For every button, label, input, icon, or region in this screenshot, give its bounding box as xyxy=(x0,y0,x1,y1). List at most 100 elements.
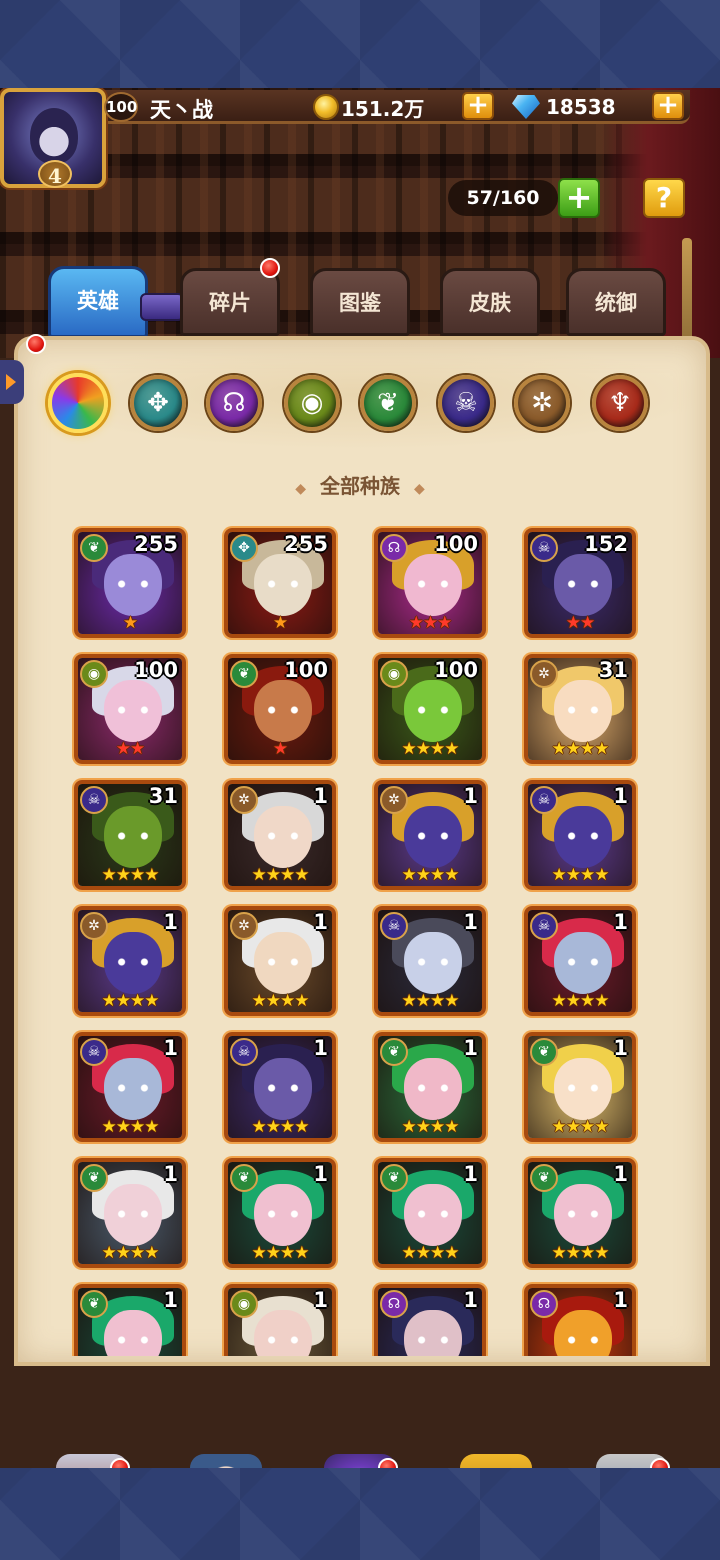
nav-notification-dot xyxy=(378,1458,398,1468)
hero-star-rating: ★ xyxy=(272,739,288,759)
nav-portal[interactable]: 探险 xyxy=(304,1454,414,1468)
hero-level: 1 xyxy=(463,1162,478,1186)
hero-card[interactable]: ◉ 100 ★★★★ xyxy=(374,654,486,764)
add-gold-button[interactable]: + xyxy=(462,92,494,120)
hero-card[interactable]: ❦ 100 ★ xyxy=(224,654,336,764)
hero-card[interactable]: ☠ 1 ★★★★ xyxy=(374,906,486,1016)
hero-card[interactable]: ❦1★★★★ xyxy=(374,1032,486,1142)
abyss-faction-icon: ◉ xyxy=(230,1290,258,1318)
hero-level: 1 xyxy=(613,1036,628,1060)
faction-filter-fortress-faction[interactable]: ☊ xyxy=(206,375,262,431)
light-faction-icon: ✲ xyxy=(531,388,553,418)
hero-card[interactable]: ◉1★★★★ xyxy=(224,1284,336,1356)
hero-card[interactable]: ✲ 1 ★★★★ xyxy=(224,906,336,1016)
diamond-right-icon: ◆ xyxy=(414,481,425,497)
tab-command[interactable]: 统御 xyxy=(566,268,666,336)
gold-amount: 151.2万 xyxy=(341,96,425,121)
nav-notification-dot xyxy=(650,1458,670,1468)
hero-card[interactable]: ❦ 255 ★ xyxy=(74,528,186,638)
faction-filter-shadow-faction[interactable]: ✥ xyxy=(130,375,186,431)
tab-codex[interactable]: 图鉴 xyxy=(310,268,410,336)
nav-guild-tower[interactable]: 公会 xyxy=(576,1454,686,1468)
nav-backpack[interactable]: 背包 xyxy=(440,1454,550,1468)
light-faction-icon: ✲ xyxy=(530,660,558,688)
hero-card[interactable]: ❦1★★★★ xyxy=(524,1158,636,1268)
hero-star-rating: ★★★★ xyxy=(101,865,160,885)
hero-level: 100 xyxy=(284,658,328,682)
side-drawer-handle[interactable] xyxy=(0,360,24,404)
help-button[interactable]: ? xyxy=(643,178,685,218)
game-viewport: 4 100 天丶战 151.2万 + 18538 + 57/160 + ? 英雄… xyxy=(0,88,720,1468)
hero-eyes xyxy=(264,958,302,966)
fortress-faction-icon: ☊ xyxy=(380,1290,408,1318)
hero-card[interactable]: ☊1★★★★ xyxy=(374,1284,486,1356)
hero-card[interactable]: ❦1★★★★ xyxy=(74,1158,186,1268)
dark-faction-icon: ☠ xyxy=(530,912,558,940)
hero-card[interactable]: ✲ 1 ★★★★ xyxy=(224,780,336,890)
hero-card[interactable]: ◉ 100 ★★ xyxy=(74,654,186,764)
hero-card[interactable]: ✲ 31 ★★★★ xyxy=(524,654,636,764)
hero-card[interactable]: ☠ 31 ★★★★ xyxy=(74,780,186,890)
hero-level: 1 xyxy=(463,1288,478,1312)
hero-eyes xyxy=(114,1210,152,1218)
hero-card[interactable]: ☠ 1 ★★★★ xyxy=(524,906,636,1016)
hero-card[interactable]: ❦1★★★★ xyxy=(524,1032,636,1142)
hero-card[interactable]: ☊ 100 ★★★ xyxy=(374,528,486,638)
faction-filter-chaos-faction[interactable]: ♆ xyxy=(592,375,648,431)
hero-face xyxy=(554,1310,612,1356)
expand-capacity-button[interactable]: + xyxy=(558,178,600,218)
hero-star-rating: ★★★★ xyxy=(401,1243,460,1263)
hero-eyes xyxy=(564,580,602,588)
hero-card[interactable]: ☠ 1 ★★★★ xyxy=(74,1032,186,1142)
hero-eyes xyxy=(414,706,452,714)
hero-star-rating: ★★★★ xyxy=(101,1243,160,1263)
hero-card[interactable]: ☠ 1 ★★★★ xyxy=(224,1032,336,1142)
faction-filter-dark-faction[interactable]: ☠ xyxy=(438,375,494,431)
player-avatar[interactable]: 4 xyxy=(0,88,106,188)
hero-card[interactable]: ✲ 1 ★★★★ xyxy=(374,780,486,890)
tab-fragments[interactable]: 碎片 xyxy=(180,268,280,336)
hero-card[interactable]: ☊1★★★★ xyxy=(524,1284,636,1356)
hero-card[interactable]: ☠ 152 ★★ xyxy=(524,528,636,638)
hero-star-rating: ★★★ xyxy=(408,613,453,633)
hero-icon xyxy=(190,1454,262,1468)
nav-hero[interactable]: 英雄 xyxy=(170,1454,280,1468)
hero-card[interactable]: ✥ 255 ★ xyxy=(224,528,336,638)
faction-filter-light-faction[interactable]: ✲ xyxy=(514,375,570,431)
vip-badge: 4 xyxy=(38,160,72,188)
hero-level: 1 xyxy=(163,910,178,934)
hero-star-rating: ★★★★ xyxy=(551,865,610,885)
hero-level: 1 xyxy=(163,1036,178,1060)
forest-faction-icon: ❦ xyxy=(380,1164,408,1192)
abyss-faction-icon: ◉ xyxy=(80,660,108,688)
faction-filter-all-factions[interactable] xyxy=(48,373,108,433)
hero-level: 1 xyxy=(313,784,328,808)
section-title-text: 全部种族 xyxy=(320,474,400,498)
fortress-faction-icon: ☊ xyxy=(530,1290,558,1318)
hero-card[interactable]: ✲ 1 ★★★★ xyxy=(74,906,186,1016)
drawer-notification-dot xyxy=(26,334,46,354)
hero-card[interactable]: ❦ 1 ★★★★ xyxy=(374,1158,486,1268)
nav-notification-dot xyxy=(110,1458,130,1468)
faction-filter-forest-faction[interactable]: ❦ xyxy=(360,375,416,431)
hero-star-rating: ★ xyxy=(122,613,138,633)
hero-card[interactable]: ❦1★★★★ xyxy=(224,1158,336,1268)
hero-level: 100 xyxy=(434,532,478,556)
abyss-faction-icon: ◉ xyxy=(300,388,324,418)
nav-castle[interactable]: 主城 xyxy=(36,1454,146,1468)
hero-star-rating: ★★★★ xyxy=(551,739,610,759)
hero-eyes xyxy=(114,1336,152,1344)
hero-eyes xyxy=(564,958,602,966)
hero-level: 1 xyxy=(313,1162,328,1186)
add-gems-button[interactable]: + xyxy=(652,92,684,120)
forest-faction-icon: ❦ xyxy=(380,1038,408,1066)
tab-skins[interactable]: 皮肤 xyxy=(440,268,540,336)
faction-filter-abyss-faction[interactable]: ◉ xyxy=(284,375,340,431)
hero-card[interactable]: ❦1★★★★ xyxy=(74,1284,186,1356)
hero-star-rating: ★★★★ xyxy=(401,865,460,885)
hero-card[interactable]: ☠ 1 ★★★★ xyxy=(524,780,636,890)
hero-star-rating: ★★★★ xyxy=(251,865,310,885)
hero-eyes xyxy=(414,958,452,966)
hero-eyes xyxy=(564,1336,602,1344)
tab-heroes[interactable]: 英雄 xyxy=(48,266,148,338)
